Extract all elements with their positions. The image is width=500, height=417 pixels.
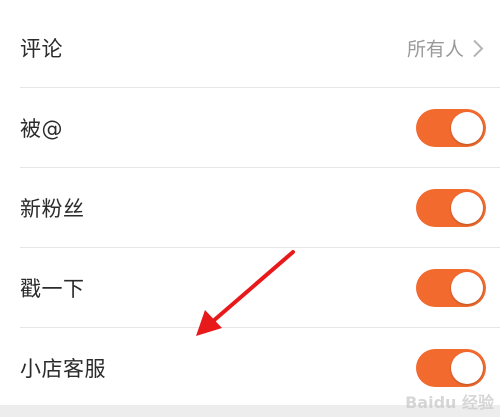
row-label-comments: 评论 [20,37,63,61]
toggle-knob [451,112,483,144]
row-label-mentions: 被@ [20,117,63,141]
shop-support-toggle[interactable] [416,349,486,387]
comments-permission-value: 所有人 [406,38,464,61]
row-label-shop-support: 小店客服 [20,357,106,381]
poke-toggle[interactable] [416,269,486,307]
settings-row-poke: 戳一下 [0,248,500,328]
row-label-poke: 戳一下 [20,277,85,301]
toggle-knob [451,272,483,304]
chevron-right-icon [473,39,484,57]
baidu-watermark: Baidu 经验 [405,393,494,412]
toggle-knob [451,352,483,384]
notification-settings-list: 评论 所有人 被@ 新粉丝 戳一下 小店客服 [0,0,500,417]
settings-row-mentions: 被@ [0,88,500,168]
row-label-new-followers: 新粉丝 [20,197,85,221]
settings-row-comments[interactable]: 评论 所有人 [0,8,500,88]
comments-permission-selector[interactable]: 所有人 [407,35,486,62]
new-followers-toggle[interactable] [416,189,486,227]
toggle-knob [451,192,483,224]
mentions-toggle[interactable] [416,109,486,147]
settings-row-new-followers: 新粉丝 [0,168,500,248]
